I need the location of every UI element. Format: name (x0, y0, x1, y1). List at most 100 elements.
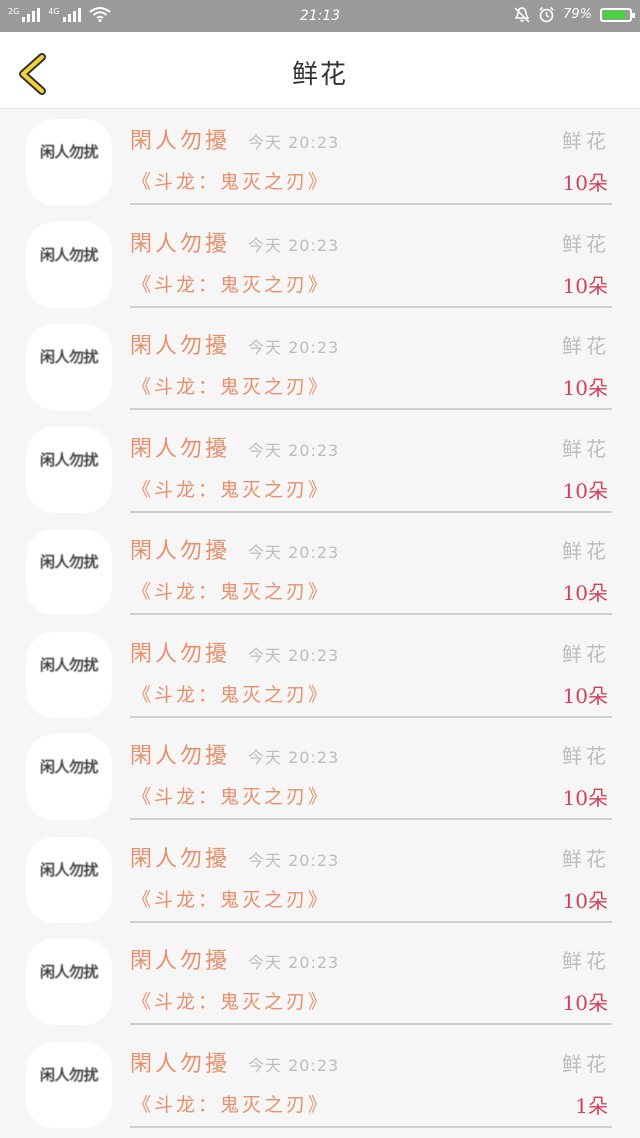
mute-bell-icon (514, 6, 530, 23)
work-title[interactable]: 《斗龙：鬼灭之刃》 (132, 167, 330, 194)
gift-type: 鲜花 (562, 436, 610, 461)
record-time: 今天 20:23 (248, 953, 340, 972)
gift-count: 10朵 (562, 888, 608, 913)
gift-type: 鲜花 (562, 539, 610, 563)
work-title[interactable]: 《斗龙：鬼灭之刃》 (132, 782, 330, 809)
avatar-text: 闲人勿扰 (39, 1065, 99, 1084)
record-content: 閑人勿擾 今天 20:23 鲜花 《斗龙：鬼灭之刃》 10朵 (130, 622, 612, 718)
alarm-icon (539, 6, 554, 23)
record-time: 今天 20:23 (248, 850, 340, 870)
gift-type: 鲜花 (562, 129, 610, 153)
record-content: 閑人勿擾 今天 20:23 鲜花 《斗龙：鬼灭之刃》 10朵 (130, 417, 612, 513)
avatar[interactable]: 闲人勿扰 (26, 426, 112, 513)
gift-type: 鲜花 (562, 334, 610, 358)
gift-record-row[interactable]: 闲人勿扰 閑人勿擾 今天 20:23 鲜花 《斗龙：鬼灭之刃》 10朵 (0, 827, 640, 930)
gift-count: 10朵 (562, 478, 608, 503)
gift-count: 10朵 (562, 273, 608, 298)
avatar-text: 闲人勿扰 (39, 758, 99, 776)
gift-count: 10朵 (562, 683, 608, 708)
work-title[interactable]: 《斗龙：鬼灭之刃》 (132, 475, 330, 502)
user-name[interactable]: 閑人勿擾 (130, 533, 230, 565)
user-name[interactable]: 閑人勿擾 (130, 123, 230, 155)
avatar[interactable]: 闲人勿扰 (26, 119, 112, 205)
record-content: 閑人勿擾 今天 20:23 鲜花 《斗龙：鬼灭之刃》 10朵 (130, 109, 612, 205)
avatar-text: 闲人勿扰 (39, 963, 99, 981)
work-title[interactable]: 《斗龙：鬼灭之刃》 (132, 987, 330, 1014)
gift-count: 1朵 (575, 1093, 608, 1118)
avatar-text: 闲人勿扰 (39, 143, 99, 161)
avatar[interactable]: 闲人勿扰 (26, 529, 112, 615)
user-name[interactable]: 閑人勿擾 (130, 636, 230, 668)
avatar-text: 闲人勿扰 (39, 655, 99, 674)
avatar[interactable]: 闲人勿扰 (26, 221, 112, 308)
avatar[interactable]: 闲人勿扰 (26, 939, 112, 1025)
record-content: 閑人勿擾 今天 20:23 鲜花 《斗龙：鬼灭之刃》 10朵 (130, 314, 612, 410)
user-name[interactable]: 閑人勿擾 (130, 1046, 230, 1078)
gift-record-row[interactable]: 闲人勿扰 閑人勿擾 今天 20:23 鲜花 《斗龙：鬼灭之刃》 10朵 (0, 724, 640, 827)
work-title[interactable]: 《斗龙：鬼灭之刃》 (132, 1090, 330, 1117)
work-title[interactable]: 《斗龙：鬼灭之刃》 (132, 885, 330, 912)
record-time: 今天 20:23 (248, 440, 340, 460)
user-name[interactable]: 閑人勿擾 (130, 226, 230, 258)
status-right-group: 79% (514, 6, 635, 23)
record-content: 閑人勿擾 今天 20:23 鲜花 《斗龙：鬼灭之刃》 10朵 (130, 929, 612, 1025)
record-time: 今天 20:23 (248, 748, 340, 767)
battery-icon (600, 7, 635, 22)
gift-record-list: 闲人勿扰 閑人勿擾 今天 20:23 鲜花 《斗龙：鬼灭之刃》 10朵 闲人勿扰… (0, 109, 640, 1134)
nav-bar: 鲜花 (0, 32, 640, 109)
status-bar: 2G 4G 21:13 79% (0, 0, 640, 32)
avatar[interactable]: 闲人勿扰 (26, 324, 112, 410)
gift-record-row[interactable]: 闲人勿扰 閑人勿擾 今天 20:23 鲜花 《斗龙：鬼灭之刃》 10朵 (0, 314, 640, 417)
gift-type: 鲜花 (562, 641, 610, 666)
avatar[interactable]: 闲人勿扰 (26, 1041, 112, 1128)
user-name[interactable]: 閑人勿擾 (130, 841, 230, 873)
gift-count: 10朵 (562, 171, 608, 195)
record-content: 閑人勿擾 今天 20:23 鲜花 《斗龙：鬼灭之刃》 10朵 (130, 519, 612, 615)
work-title[interactable]: 《斗龙：鬼灭之刃》 (132, 577, 330, 604)
user-name[interactable]: 閑人勿擾 (130, 431, 230, 463)
user-name[interactable]: 閑人勿擾 (130, 328, 230, 360)
record-content: 閑人勿擾 今天 20:23 鲜花 《斗龙：鬼灭之刃》 10朵 (130, 724, 612, 820)
user-name[interactable]: 閑人勿擾 (130, 738, 230, 770)
avatar[interactable]: 闲人勿扰 (26, 734, 112, 820)
gift-type: 鲜花 (562, 744, 610, 768)
gift-count: 10朵 (562, 991, 608, 1015)
page-title: 鲜花 (291, 60, 348, 90)
avatar[interactable]: 闲人勿扰 (26, 836, 112, 923)
battery-percent: 79% (563, 7, 592, 22)
work-title[interactable]: 《斗龙：鬼灭之刃》 (132, 680, 330, 707)
gift-record-row[interactable]: 闲人勿扰 閑人勿擾 今天 20:23 鲜花 《斗龙：鬼灭之刃》 1朵 (0, 1032, 640, 1135)
avatar-text: 闲人勿扰 (39, 450, 99, 469)
battery-fill (603, 10, 626, 19)
record-content: 閑人勿擾 今天 20:23 鲜花 《斗龙：鬼灭之刃》 10朵 (130, 212, 612, 308)
gift-record-row[interactable]: 闲人勿扰 閑人勿擾 今天 20:23 鲜花 《斗龙：鬼灭之刃》 10朵 (0, 212, 640, 315)
gift-type: 鲜花 (562, 846, 610, 871)
record-content: 閑人勿擾 今天 20:23 鲜花 《斗龙：鬼灭之刃》 1朵 (130, 1032, 612, 1128)
record-time: 今天 20:23 (248, 338, 340, 357)
record-time: 今天 20:23 (248, 543, 340, 562)
record-time: 今天 20:23 (248, 645, 340, 665)
user-name[interactable]: 閑人勿擾 (130, 943, 230, 975)
gift-record-row[interactable]: 闲人勿扰 閑人勿擾 今天 20:23 鲜花 《斗龙：鬼灭之刃》 10朵 (0, 622, 640, 725)
gift-type: 鲜花 (562, 949, 610, 973)
work-title[interactable]: 《斗龙：鬼灭之刃》 (132, 270, 330, 297)
avatar[interactable]: 闲人勿扰 (26, 631, 112, 718)
avatar-text: 闲人勿扰 (39, 348, 99, 366)
gift-record-row[interactable]: 闲人勿扰 閑人勿擾 今天 20:23 鲜花 《斗龙：鬼灭之刃》 10朵 (0, 109, 640, 212)
record-time: 今天 20:23 (248, 133, 340, 152)
avatar-text: 闲人勿扰 (39, 860, 99, 879)
gift-count: 10朵 (562, 581, 608, 605)
record-time: 今天 20:23 (248, 235, 340, 255)
avatar-text: 闲人勿扰 (39, 245, 99, 264)
gift-count: 10朵 (562, 786, 608, 810)
gift-type: 鲜花 (562, 231, 610, 256)
gift-count: 10朵 (562, 376, 608, 400)
gift-record-row[interactable]: 闲人勿扰 閑人勿擾 今天 20:23 鲜花 《斗龙：鬼灭之刃》 10朵 (0, 519, 640, 622)
work-title[interactable]: 《斗龙：鬼灭之刃》 (132, 372, 330, 399)
gift-record-row[interactable]: 闲人勿扰 閑人勿擾 今天 20:23 鲜花 《斗龙：鬼灭之刃》 10朵 (0, 417, 640, 520)
record-content: 閑人勿擾 今天 20:23 鲜花 《斗龙：鬼灭之刃》 10朵 (130, 827, 612, 923)
gift-type: 鲜花 (562, 1051, 610, 1076)
gift-record-row[interactable]: 闲人勿扰 閑人勿擾 今天 20:23 鲜花 《斗龙：鬼灭之刃》 10朵 (0, 929, 640, 1032)
record-time: 今天 20:23 (248, 1055, 340, 1075)
avatar-text: 闲人勿扰 (39, 553, 99, 571)
